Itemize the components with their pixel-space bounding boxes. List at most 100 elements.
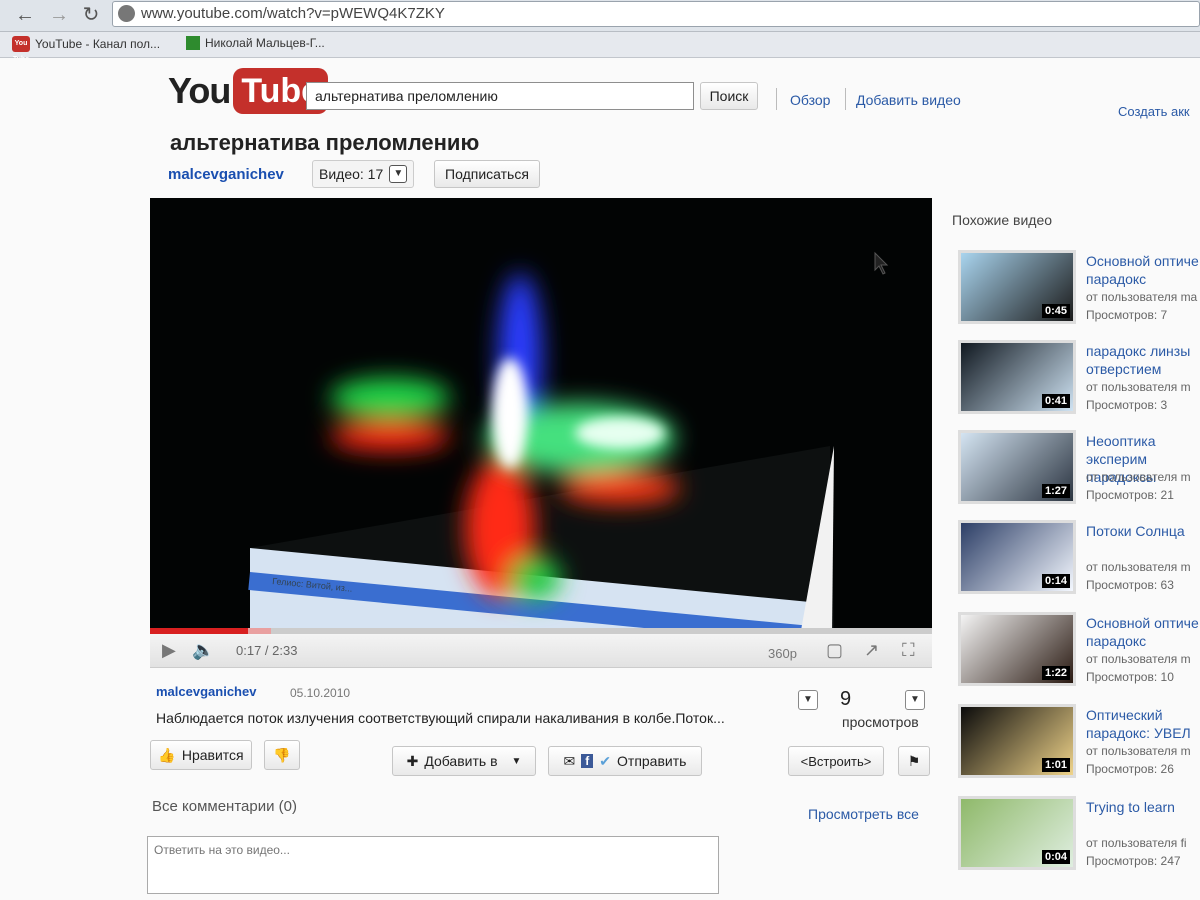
- video-count-label: Видео: 17: [319, 166, 384, 182]
- volume-icon[interactable]: 🔈: [192, 640, 214, 661]
- related-video-uploader: от пользователя m: [1086, 560, 1191, 574]
- video-player[interactable]: Гелиос: Витой, из...: [150, 198, 932, 636]
- duration-badge: 0:04: [1041, 850, 1070, 864]
- search-button[interactable]: Поиск: [700, 82, 758, 110]
- chevron-down-icon: ▼: [511, 755, 522, 767]
- thumbs-up-icon: 👍: [158, 746, 176, 763]
- time-display: 0:17 / 2:33: [236, 643, 298, 658]
- bookmark-youtube[interactable]: You Tube YouTube - Канал пол...: [12, 36, 161, 63]
- video-thumbnail[interactable]: 1:27: [958, 430, 1076, 504]
- fullscreen-icon[interactable]: ⛶: [902, 640, 915, 661]
- facebook-icon: f: [581, 754, 594, 768]
- share-label: Отправить: [617, 753, 687, 769]
- quality-selector[interactable]: 360p: [768, 646, 797, 661]
- email-icon: ✉: [563, 752, 576, 769]
- view-all-comments-link[interactable]: Просмотреть все: [808, 806, 919, 822]
- related-video-item[interactable]: 1:22 Основной оптиче парадокс от пользоват…: [958, 612, 1200, 690]
- related-video-item[interactable]: 0:45 Основной оптиче парадокс от пользоват…: [958, 250, 1200, 328]
- bookmark-label: YouTube - Канал пол...: [35, 37, 161, 51]
- youtube-page: You Tube Поиск Обзор Добавить видео Созд…: [0, 58, 1200, 900]
- search-input[interactable]: [306, 82, 694, 110]
- expand-icon[interactable]: ↗: [864, 640, 879, 661]
- related-video-item[interactable]: 0:04 Trying to learn от пользователя fi Про…: [958, 796, 1200, 874]
- youtube-logo[interactable]: You Tube: [168, 68, 329, 114]
- video-frame[interactable]: Гелиос: Витой, из...: [150, 198, 932, 636]
- channel-link[interactable]: malcevganichev: [168, 166, 284, 183]
- video-count-dropdown[interactable]: Видео: 17 ▼: [312, 160, 415, 188]
- comment-input[interactable]: [147, 836, 719, 894]
- related-video-title[interactable]: Оптический парадокс: УВЕЛ: [1086, 706, 1200, 742]
- video-thumbnail[interactable]: 0:45: [958, 250, 1076, 324]
- related-video-uploader: от пользователя fi: [1086, 836, 1187, 850]
- duration-badge: 0:45: [1041, 304, 1070, 318]
- address-bar[interactable]: www.youtube.com/watch?v=pWEWQ4K7ZKY: [112, 1, 1200, 27]
- video-thumbnail[interactable]: 0:41: [958, 340, 1076, 414]
- video-description: Наблюдается поток излучения соответствую…: [156, 710, 725, 726]
- duration-badge: 0:14: [1041, 574, 1070, 588]
- uploader-link[interactable]: malcevganichev: [156, 684, 256, 699]
- player-controls: ▶ 🔈 0:17 / 2:33 360p ▢ ↗ ⛶: [150, 634, 932, 668]
- globe-icon: [118, 5, 135, 22]
- like-label: Нравится: [181, 747, 244, 763]
- chevron-down-icon: ▼: [389, 165, 408, 183]
- related-video-uploader: от пользователя m: [1086, 380, 1191, 394]
- flag-icon: ⚑: [907, 752, 921, 769]
- dislike-button[interactable]: 👎: [264, 740, 300, 770]
- twitter-icon: ✔: [599, 752, 612, 769]
- bookmarks-bar: You Tube YouTube - Канал пол... Николай …: [0, 32, 1200, 63]
- back-icon[interactable]: ←: [12, 3, 38, 27]
- related-video-uploader: от пользователя ma: [1086, 290, 1198, 304]
- expand-description-icon[interactable]: ▼: [798, 690, 818, 710]
- popout-icon[interactable]: ▢: [826, 640, 843, 661]
- stats-toggle-icon[interactable]: ▼: [905, 690, 925, 710]
- views-label: просмотров: [842, 714, 919, 730]
- duration-badge: 1:01: [1041, 758, 1070, 772]
- bookmark-maltsev[interactable]: Николай Мальцев-Г...: [186, 36, 325, 50]
- video-thumbnail[interactable]: 0:14: [958, 520, 1076, 594]
- add-to-label: Добавить в: [424, 753, 498, 769]
- related-video-views: Просмотров: 7: [1086, 308, 1168, 322]
- duration-badge: 1:22: [1041, 666, 1070, 680]
- comments-heading: Все комментарии (0): [152, 798, 297, 815]
- related-video-uploader: от пользователя m: [1086, 652, 1191, 666]
- browser-toolbar: ← → ↻ www.youtube.com/watch?v=pWEWQ4K7ZK…: [0, 0, 1200, 32]
- related-video-views: Просмотров: 26: [1086, 762, 1174, 776]
- like-button[interactable]: 👍 Нравится: [150, 740, 252, 770]
- browse-link[interactable]: Обзор: [790, 92, 830, 108]
- related-video-title[interactable]: парадокс линзы отверстием: [1086, 342, 1200, 378]
- share-button[interactable]: ✉ f ✔ Отправить: [548, 746, 702, 776]
- upload-link[interactable]: Добавить видео: [856, 92, 961, 108]
- related-video-uploader: от пользователя m: [1086, 470, 1191, 484]
- views-count: 9: [840, 688, 852, 710]
- thumbs-down-icon: 👎: [273, 746, 291, 763]
- related-video-title[interactable]: Основной оптиче парадокс: [1086, 614, 1200, 650]
- plus-icon: ✚: [406, 752, 419, 769]
- related-video-views: Просмотров: 63: [1086, 578, 1174, 592]
- related-video-title[interactable]: Основной оптиче парадокс: [1086, 252, 1200, 288]
- related-video-item[interactable]: 0:41 парадокс линзы отверстием от пользова…: [958, 340, 1200, 418]
- green-square-icon: [186, 36, 200, 50]
- url-text: www.youtube.com/watch?v=pWEWQ4K7ZKY: [141, 5, 445, 22]
- video-thumbnail[interactable]: 0:04: [958, 796, 1076, 870]
- video-thumbnail[interactable]: 1:01: [958, 704, 1076, 778]
- related-video-title[interactable]: Trying to learn: [1086, 798, 1200, 816]
- related-video-item[interactable]: 0:14 Потоки Солнца от пользователя m Просмо…: [958, 520, 1200, 598]
- play-icon[interactable]: ▶: [162, 640, 176, 661]
- related-video-views: Просмотров: 21: [1086, 488, 1174, 502]
- add-to-button[interactable]: ✚ Добавить в ▼: [392, 746, 536, 776]
- related-video-item[interactable]: 1:01 Оптический парадокс: УВЕЛ от пользова…: [958, 704, 1200, 782]
- divider: [776, 88, 777, 110]
- subscribe-button[interactable]: Подписаться: [434, 160, 540, 188]
- flag-button[interactable]: ⚑: [898, 746, 930, 776]
- related-video-views: Просмотров: 10: [1086, 670, 1174, 684]
- forward-icon[interactable]: →: [46, 3, 72, 27]
- related-video-item[interactable]: 1:27 Неооптика эксперим парадоксы от польз…: [958, 430, 1200, 508]
- related-video-views: Просмотров: 247: [1086, 854, 1181, 868]
- logo-you: You: [168, 70, 231, 111]
- reload-icon[interactable]: ↻: [78, 3, 104, 27]
- video-thumbnail[interactable]: 1:22: [958, 612, 1076, 686]
- related-video-views: Просмотров: 3: [1086, 398, 1168, 412]
- related-video-title[interactable]: Потоки Солнца: [1086, 522, 1200, 540]
- create-account-link[interactable]: Создать акк: [1118, 104, 1190, 119]
- embed-button[interactable]: <Встроить>: [788, 746, 884, 776]
